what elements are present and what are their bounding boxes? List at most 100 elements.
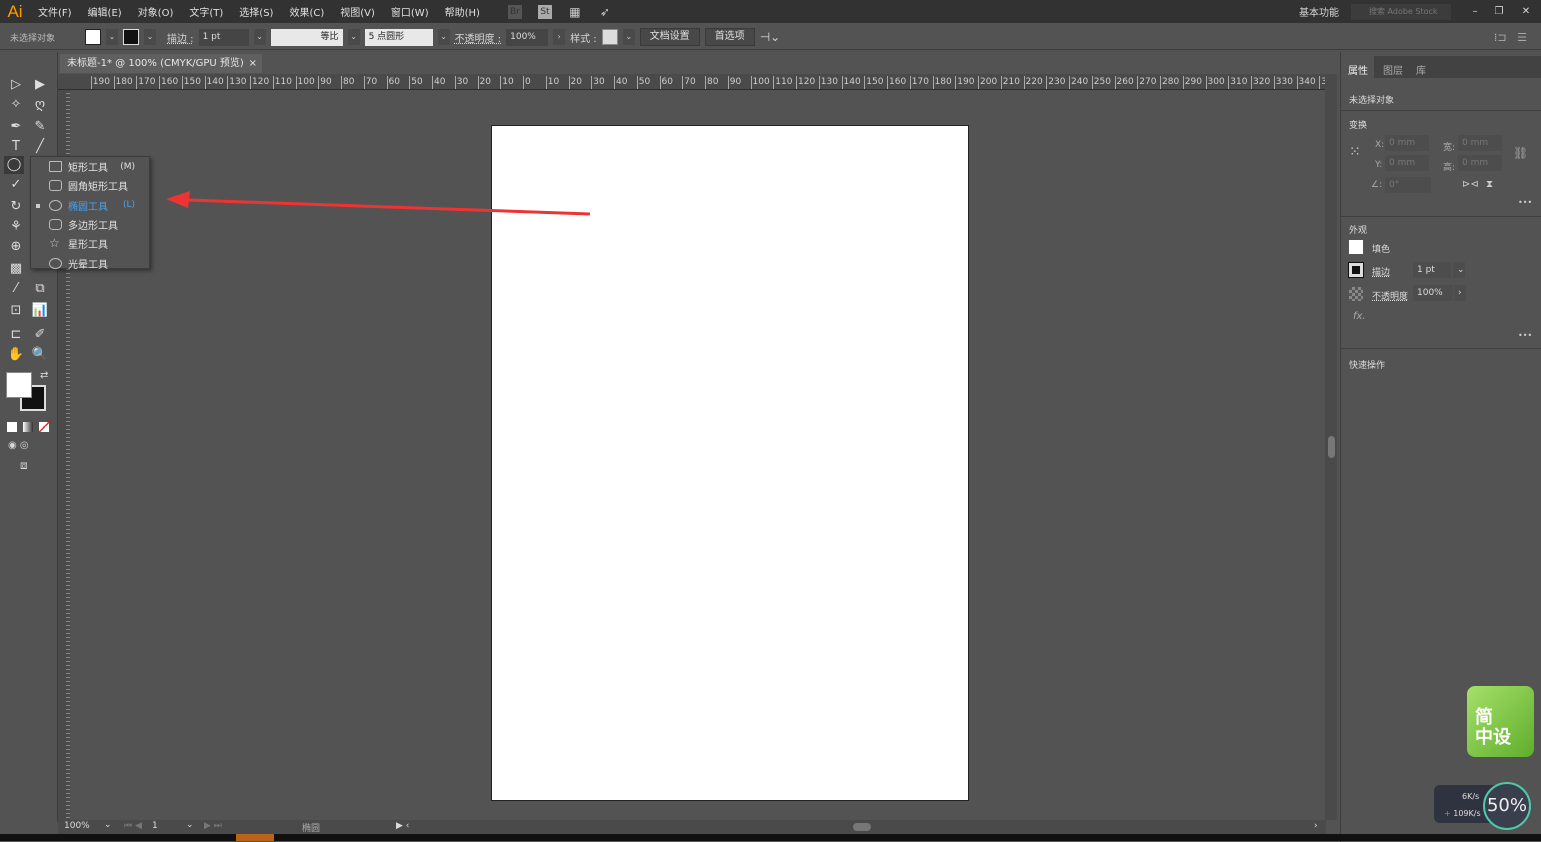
align-icon[interactable]: ⊣⌄ (760, 30, 781, 44)
width-input[interactable]: 0 mm (1458, 135, 1502, 151)
menu-object[interactable]: 对象(O) (130, 4, 182, 19)
line-tool-icon[interactable]: ╱ (30, 138, 50, 156)
opacity-arrow[interactable]: › (553, 29, 566, 45)
brush-dropdown[interactable]: ⌄ (437, 29, 450, 45)
fill-swatch-panel[interactable] (1349, 240, 1363, 254)
draw-mode-icon[interactable]: ◉ ◎ (8, 440, 29, 451)
menu-help[interactable]: 帮助(H) (437, 4, 488, 19)
stroke-swatch[interactable] (123, 29, 139, 45)
stock-icon[interactable]: St (537, 4, 552, 19)
close-button[interactable]: ✕ (1511, 6, 1541, 17)
none-mode-icon[interactable] (39, 422, 49, 432)
document-tab[interactable]: 未标题-1* @ 100% (CMYK/GPU 预览) × (60, 54, 262, 73)
flip-vertical-icon[interactable]: ⧗ (1486, 179, 1493, 190)
swap-colors-icon[interactable]: ⇄ (40, 370, 48, 381)
flyout-item-star[interactable]: ☆ 星形工具 (31, 234, 149, 253)
selection-tool-icon[interactable]: ▷ (6, 76, 26, 94)
transform-more-button[interactable]: ••• (1518, 198, 1532, 207)
menu-effect[interactable]: 效果(C) (281, 4, 332, 19)
stock-search-input[interactable]: 搜索 Adobe Stock (1351, 3, 1451, 20)
bridge-icon[interactable]: Br (507, 4, 522, 19)
zoom-dropdown[interactable]: ⌄ (104, 820, 112, 830)
symbol-sprayer-icon[interactable]: ⊡ (6, 302, 26, 320)
artboard-tool-icon[interactable]: ⊏ (6, 326, 26, 344)
stroke-label[interactable]: 描边 : (167, 30, 194, 45)
rotate-tool-icon[interactable]: ↻ (6, 198, 26, 216)
lasso-icon[interactable]: ღ (30, 96, 50, 114)
document-setup-button[interactable]: 文档设置 (639, 28, 700, 46)
height-input[interactable]: 0 mm (1458, 155, 1502, 171)
gpu-performance-icon[interactable]: ➶ (598, 5, 612, 19)
menu-type[interactable]: 文字(T) (181, 4, 231, 19)
stroke-swatch-panel[interactable] (1348, 262, 1364, 278)
stroke-weight-dropdown[interactable]: ⌄ (253, 29, 266, 45)
opacity-panel-arrow[interactable]: › (1454, 285, 1466, 301)
menu-view[interactable]: 视图(V) (332, 4, 383, 19)
preferences-button[interactable]: 首选项 (704, 28, 755, 46)
ellipse-tool-icon[interactable]: ◯ (4, 156, 24, 174)
tab-layers[interactable]: 图层 (1383, 62, 1403, 77)
memory-gauge[interactable]: 50% (1483, 782, 1531, 830)
flyout-item-flare[interactable]: 光晕工具 (31, 254, 149, 273)
paintbrush-icon[interactable]: ✓ (6, 176, 26, 194)
mesh-tool-icon[interactable]: ▩ (6, 260, 26, 278)
flyout-item-polygon[interactable]: 多边形工具 (31, 215, 149, 234)
menu-edit[interactable]: 编辑(E) (80, 4, 130, 19)
menu-select[interactable]: 选择(S) (231, 4, 281, 19)
tab-libraries[interactable]: 库 (1416, 62, 1426, 77)
eyedropper-icon[interactable]: ⁄ (6, 280, 26, 298)
opacity-panel-input[interactable]: 100% (1413, 285, 1453, 301)
shape-builder-icon[interactable]: ⊕ (6, 238, 26, 256)
brush-definition[interactable]: 5 点圆形 (364, 28, 433, 46)
stroke-weight-input[interactable]: 1 pt (198, 28, 249, 46)
artboard-dropdown[interactable]: ⌄ (186, 820, 194, 830)
fill-dropdown[interactable]: ⌄ (106, 29, 118, 45)
stroke-label-panel[interactable]: 描边 (1372, 265, 1390, 278)
hand-tool-icon[interactable]: ✋ (6, 346, 26, 364)
style-dropdown[interactable]: ⌄ (622, 29, 635, 45)
zoom-tool-icon[interactable]: 🔍 (30, 346, 50, 364)
restore-button[interactable]: ❐ (1487, 6, 1511, 17)
fill-color-box[interactable] (6, 372, 32, 398)
panel-menu-icon[interactable]: ⁞⊐ ☰ (1494, 31, 1527, 44)
effects-button[interactable]: fx. (1353, 311, 1366, 322)
profile-dropdown[interactable]: ⌄ (347, 29, 360, 45)
taskbar-active-item[interactable] (236, 834, 274, 841)
status-menu-arrow[interactable]: ▶ ‹ (396, 821, 409, 831)
magic-wand-icon[interactable]: ✧ (6, 96, 26, 114)
color-mode-icon[interactable] (7, 422, 17, 432)
scroll-thumb[interactable] (1328, 436, 1335, 458)
screen-mode-icon[interactable]: ⧈ (20, 458, 28, 473)
horizontal-scroll-thumb[interactable] (853, 823, 871, 831)
flyout-item-ellipse[interactable]: 椭圆工具 (L) (31, 196, 149, 215)
artboard-number[interactable]: 1 (152, 821, 158, 831)
vertical-scrollbar[interactable] (1325, 74, 1337, 820)
menu-file[interactable]: 文件(F) (30, 4, 80, 19)
fill-swatch[interactable] (85, 29, 101, 45)
slice-tool-icon[interactable]: ✐ (30, 326, 50, 344)
y-input[interactable]: 0 mm (1385, 155, 1429, 171)
artboard[interactable] (491, 125, 969, 801)
curvature-tool-icon[interactable]: ✎ (30, 118, 50, 136)
variable-width-profile[interactable]: 等比 (270, 28, 343, 46)
style-swatch[interactable] (601, 29, 618, 45)
close-tab-icon[interactable]: × (249, 54, 257, 73)
opacity-label-panel[interactable]: 不透明度 (1372, 289, 1408, 302)
flyout-item-rounded-rectangle[interactable]: 圆角矩形工具 (31, 176, 149, 195)
reference-point-icon[interactable]: ⁙ (1349, 144, 1361, 160)
arrange-documents-icon[interactable]: ▦ (568, 5, 582, 19)
angle-input[interactable]: 0° (1385, 177, 1431, 193)
minimize-button[interactable]: – (1463, 6, 1487, 17)
scroll-right-arrow[interactable]: › (1314, 821, 1318, 831)
stroke-weight-panel-input[interactable]: 1 pt (1413, 262, 1451, 278)
flyout-item-rectangle[interactable]: 矩形工具 (M) (31, 157, 149, 176)
flip-horizontal-icon[interactable]: ⊳⊲ (1462, 179, 1479, 190)
stroke-weight-panel-dropdown[interactable]: ⌄ (1453, 262, 1465, 278)
pen-tool-icon[interactable]: ✒ (6, 118, 26, 136)
workspace-switcher[interactable]: 基本功能 (1299, 4, 1339, 19)
appearance-more-button[interactable]: ••• (1518, 331, 1532, 340)
menu-window[interactable]: 窗口(W) (383, 4, 437, 19)
next-artboard-icon[interactable]: ▶ ⏭ (204, 821, 222, 831)
puppet-warp-icon[interactable]: ⚘ (6, 218, 26, 236)
opacity-label[interactable]: 不透明度 : (455, 30, 502, 45)
